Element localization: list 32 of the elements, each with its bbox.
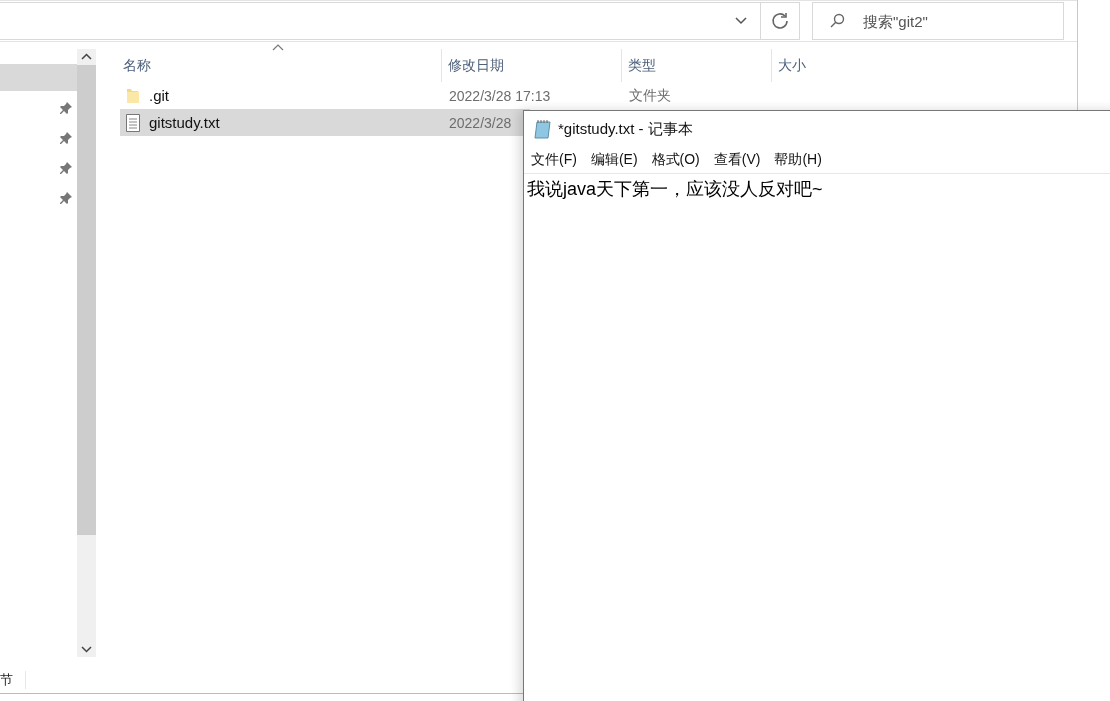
text-file-icon bbox=[126, 113, 140, 132]
search-field[interactable]: 搜索"git2" bbox=[812, 2, 1064, 40]
file-name: .git bbox=[149, 87, 169, 104]
menu-item[interactable]: 文件(F) bbox=[531, 151, 577, 169]
sort-icon bbox=[272, 44, 284, 51]
pin-icon[interactable] bbox=[59, 130, 73, 145]
notepad-icon bbox=[534, 119, 552, 139]
file-name: gitstudy.txt bbox=[149, 114, 220, 131]
address-field[interactable] bbox=[0, 2, 800, 40]
date-cell: 2022/3/28 17:13 bbox=[449, 87, 551, 104]
menu-item[interactable]: 格式(O) bbox=[651, 151, 700, 169]
date-cell: 2022/3/28 bbox=[449, 114, 512, 131]
scrollbar[interactable] bbox=[77, 49, 96, 657]
column-header[interactable]: 大小 bbox=[771, 49, 871, 82]
window-title: *gitstudy.txt - 记事本 bbox=[558, 119, 693, 139]
type-cell: 文件夹 bbox=[629, 86, 671, 105]
column-header[interactable]: 修改日期 bbox=[441, 49, 621, 82]
status-text: 节 bbox=[0, 671, 26, 689]
folder-icon bbox=[126, 87, 140, 104]
column-header[interactable]: 类型 bbox=[621, 49, 771, 82]
pin-icon[interactable] bbox=[59, 160, 73, 175]
text-content[interactable]: 我说java天下第一，应该没人反对吧~ bbox=[524, 174, 1110, 204]
pin-icon[interactable] bbox=[59, 190, 73, 205]
column-header[interactable]: 名称 bbox=[120, 49, 441, 82]
pin-icon[interactable] bbox=[59, 100, 73, 115]
file-row[interactable]: gitstudy.txt 2022/3/28 bbox=[120, 109, 530, 136]
scroll-thumb[interactable] bbox=[77, 65, 96, 535]
menu-item[interactable]: 编辑(E) bbox=[590, 151, 638, 169]
menu-item[interactable]: 帮助(H) bbox=[774, 151, 822, 169]
search-icon bbox=[829, 13, 845, 29]
menu-item[interactable]: 查看(V) bbox=[713, 151, 761, 169]
file-row[interactable]: .git 2022/3/28 17:13 文件夹 bbox=[120, 82, 1077, 109]
